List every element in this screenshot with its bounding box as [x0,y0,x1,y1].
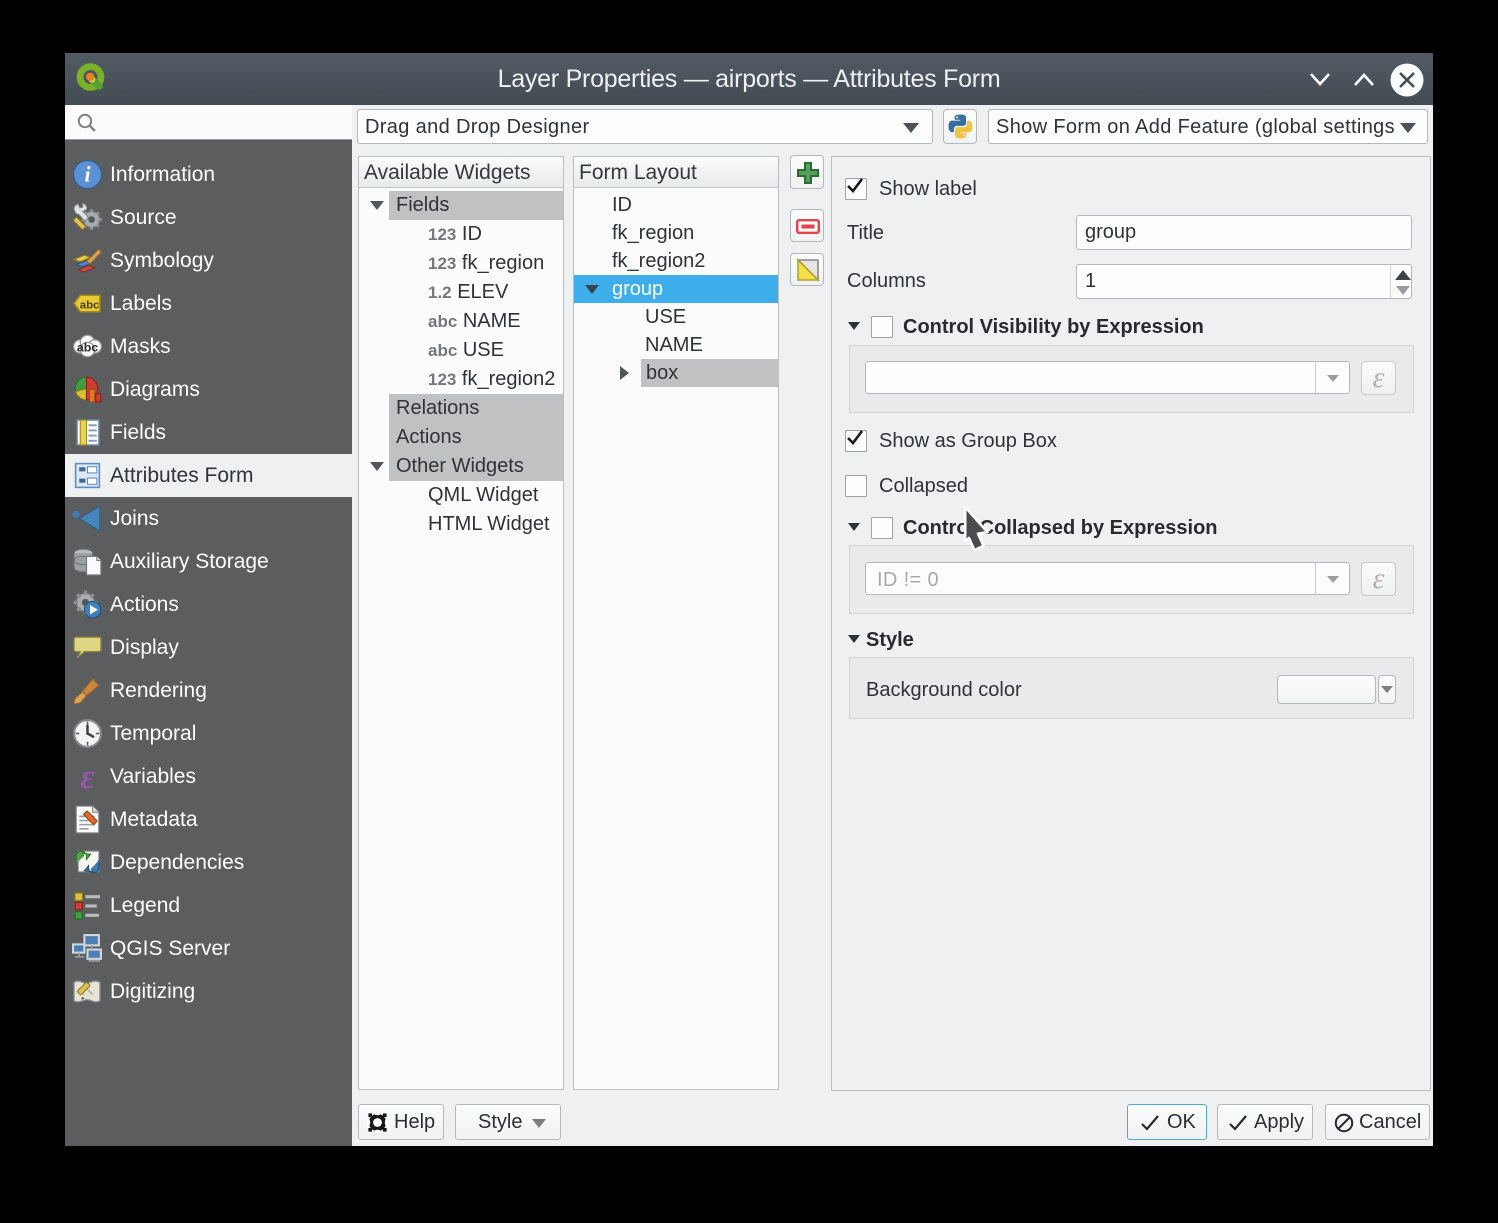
svg-text:abc: abc [80,299,100,311]
svg-text:i: i [84,162,90,186]
svg-text:abc: abc [77,340,98,354]
svg-text:ε: ε [80,761,95,792]
